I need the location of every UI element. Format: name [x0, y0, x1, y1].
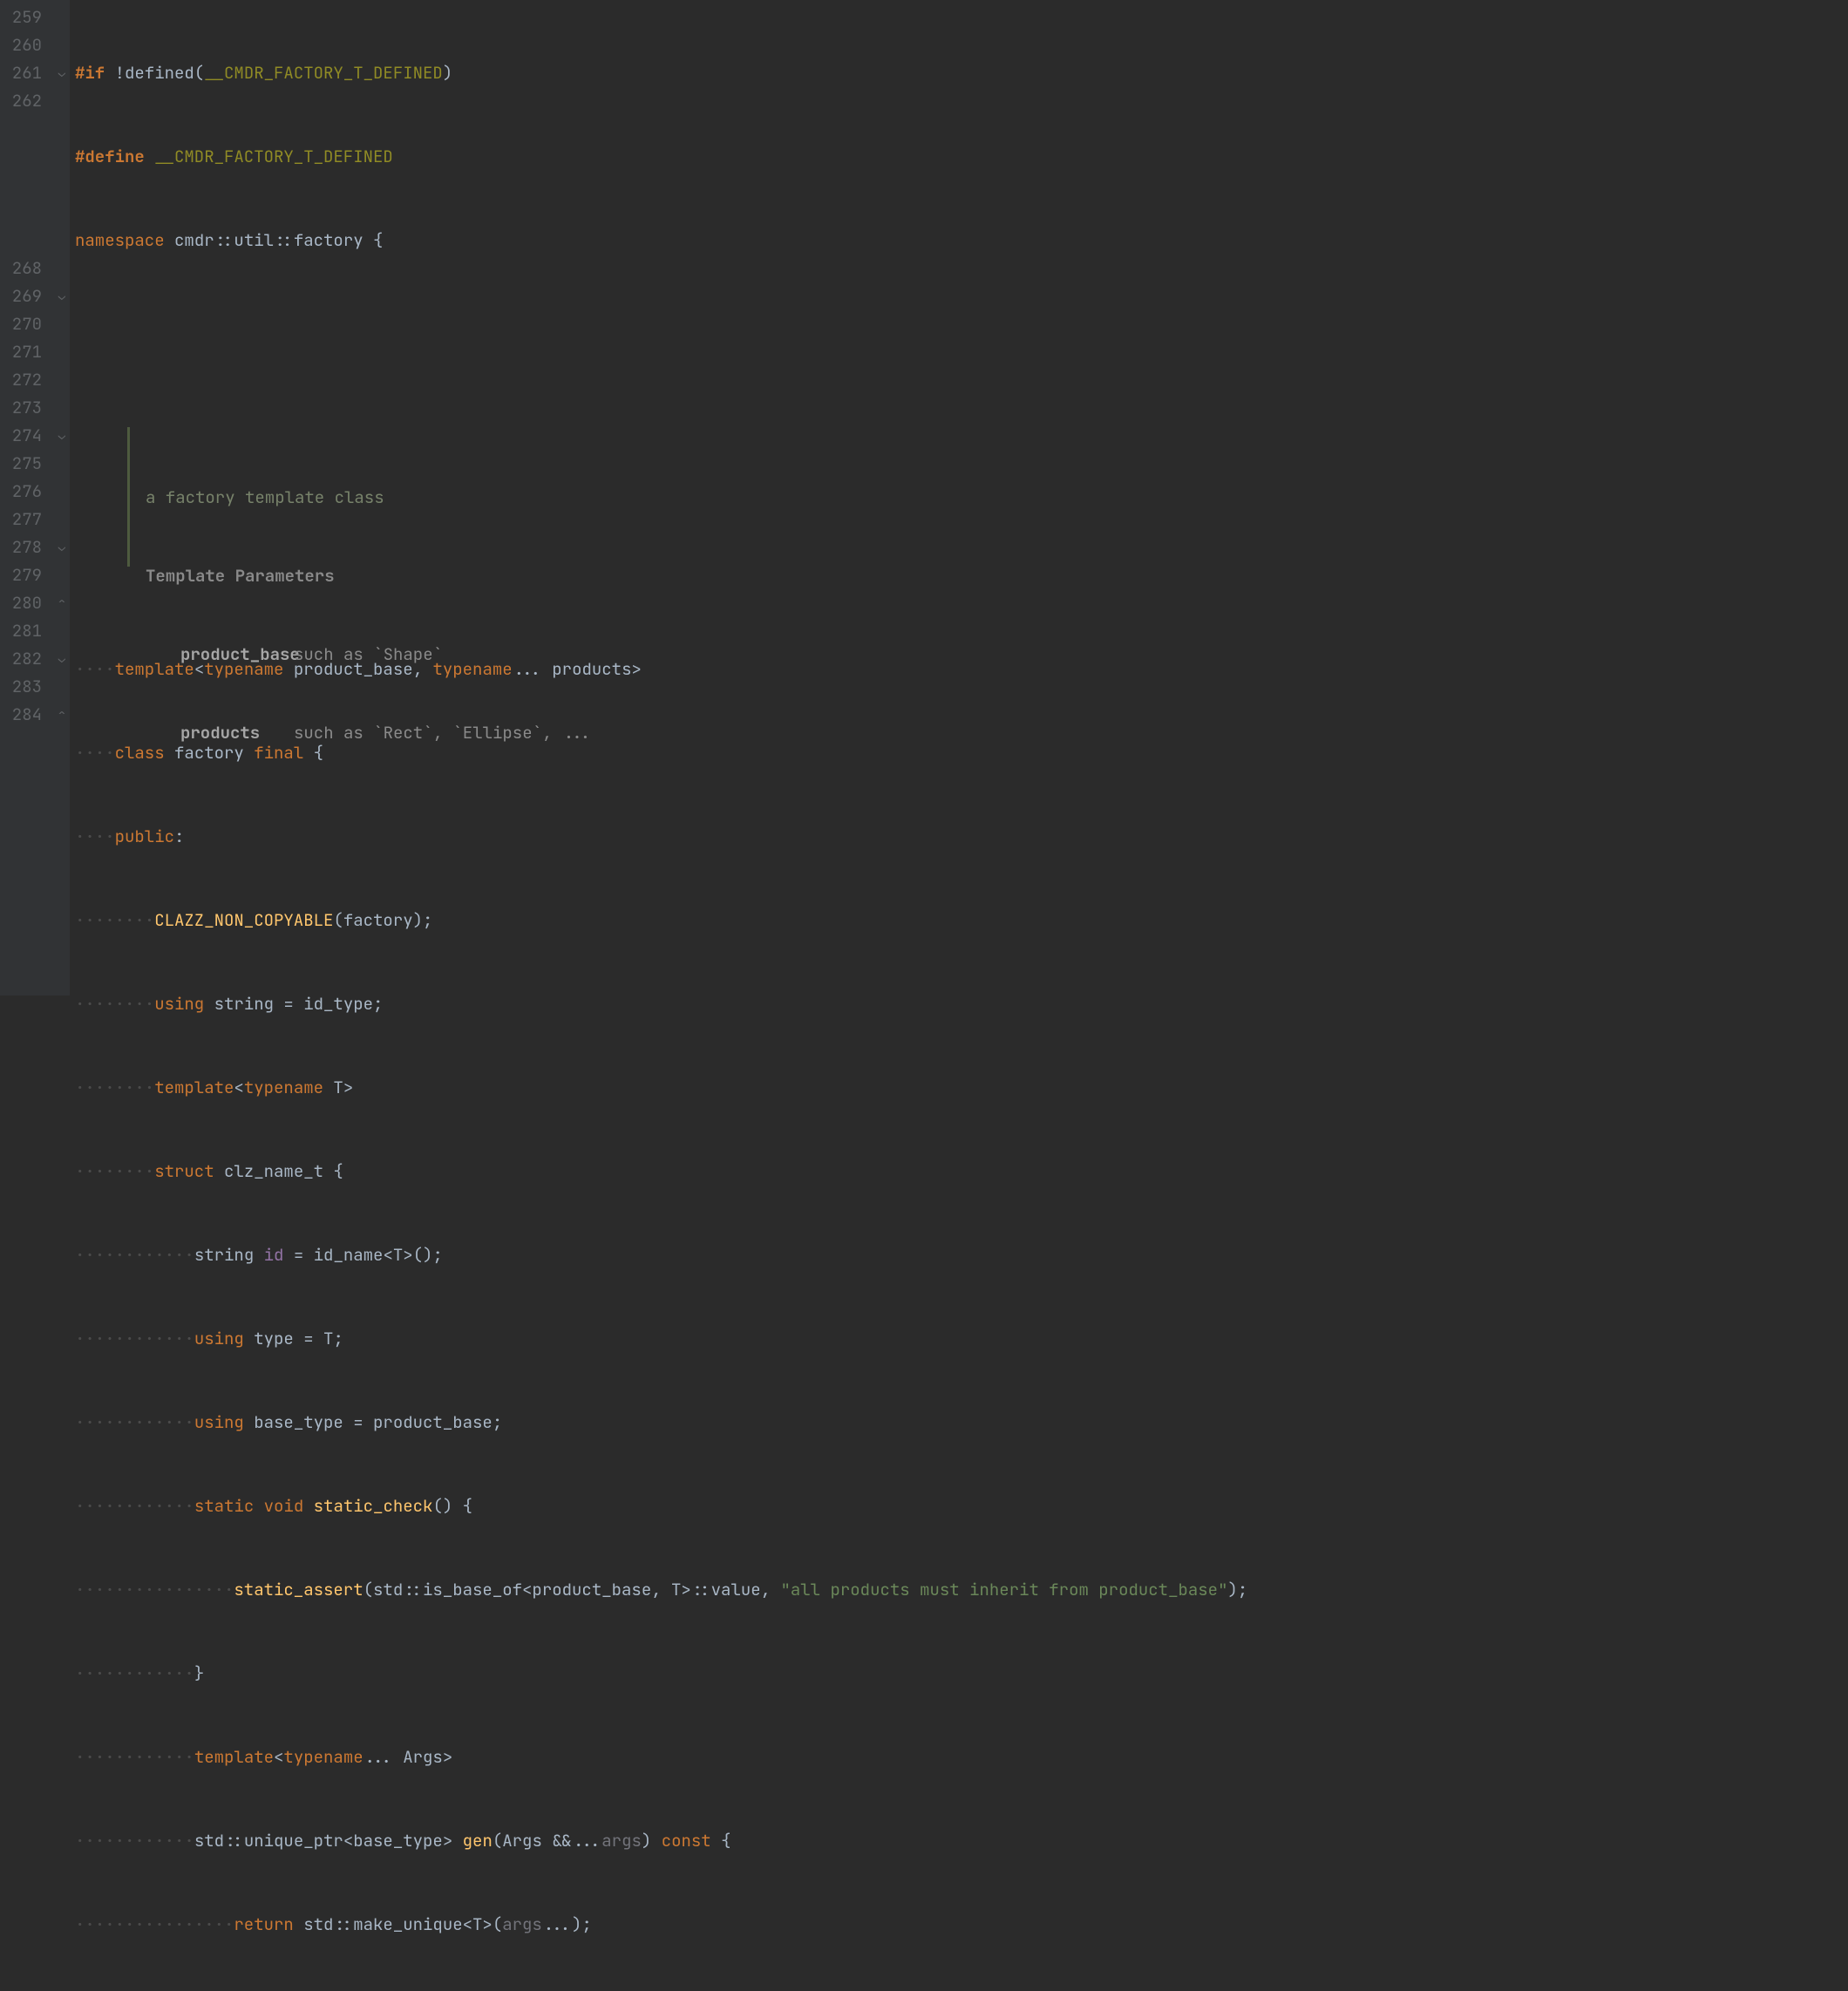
fold-marker[interactable]: [54, 171, 70, 199]
line-number: [7, 143, 42, 171]
fold-marker[interactable]: [54, 561, 70, 589]
code-line: ············static void static_check() {: [75, 1492, 1848, 1520]
line-number: 274: [7, 422, 42, 450]
doc-comment-block: a factory template class Template Parame…: [127, 427, 1848, 567]
line-number: 279: [7, 561, 42, 589]
code-line: ········struct clz_name_t {: [75, 1158, 1848, 1186]
code-line: ············std::unique_ptr<base_type> g…: [75, 1827, 1848, 1855]
fold-marker[interactable]: [54, 450, 70, 478]
doc-param-desc: such as `Rect`, `Ellipse`, ...: [294, 720, 592, 746]
code-line: ············string id = id_name<T>();: [75, 1241, 1848, 1269]
line-number: 262: [7, 87, 42, 115]
line-number: [7, 227, 42, 255]
code-line: ········template<typename T>: [75, 1074, 1848, 1102]
line-number: 282: [7, 645, 42, 673]
fold-marker[interactable]: [54, 3, 70, 31]
line-number-gutter: 259 260 261 262 268 269 270 271 272 273 …: [0, 0, 54, 996]
fold-marker[interactable]: ⌄: [54, 645, 70, 673]
line-number: 268: [7, 255, 42, 282]
fold-marker[interactable]: [54, 199, 70, 227]
fold-marker[interactable]: ⌄: [54, 422, 70, 450]
code-line: ················return std::make_unique<…: [75, 1911, 1848, 1939]
fold-marker[interactable]: [54, 394, 70, 422]
fold-marker[interactable]: [54, 617, 70, 645]
code-line: #define __CMDR_FACTORY_T_DEFINED: [75, 143, 1848, 171]
fold-marker[interactable]: [54, 115, 70, 143]
fold-marker[interactable]: ⌃: [54, 701, 70, 729]
code-line: namespace cmdr::util::factory {: [75, 227, 1848, 255]
line-number: 278: [7, 533, 42, 561]
fold-marker[interactable]: [54, 338, 70, 366]
code-line: ····public:: [75, 823, 1848, 851]
code-line: ················static_assert(std::is_ba…: [75, 1576, 1848, 1604]
line-number: 269: [7, 282, 42, 310]
code-line: ········using string = id_type;: [75, 990, 1848, 1018]
line-number: 283: [7, 673, 42, 701]
code-editor[interactable]: 259 260 261 262 268 269 270 271 272 273 …: [0, 0, 1848, 996]
code-line: ············}: [75, 1660, 1848, 1688]
fold-marker[interactable]: [54, 227, 70, 255]
line-number: [7, 199, 42, 227]
fold-marker[interactable]: [54, 31, 70, 59]
line-number: 276: [7, 478, 42, 506]
doc-summary: a factory template class: [146, 485, 1848, 511]
line-number: 259: [7, 3, 42, 31]
code-line: ············template<typename... Args>: [75, 1743, 1848, 1771]
code-area[interactable]: #if !defined(__CMDR_FACTORY_T_DEFINED) #…: [70, 0, 1848, 996]
doc-heading: Template Parameters: [146, 563, 1848, 589]
line-number: 270: [7, 310, 42, 338]
fold-marker[interactable]: [54, 366, 70, 394]
code-line: ············using type = T;: [75, 1325, 1848, 1353]
fold-marker[interactable]: [54, 478, 70, 506]
line-number: 284: [7, 701, 42, 729]
line-number: 273: [7, 394, 42, 422]
fold-marker[interactable]: ⌄: [54, 59, 70, 87]
fold-marker[interactable]: [54, 255, 70, 282]
line-number: 281: [7, 617, 42, 645]
fold-marker[interactable]: [54, 87, 70, 115]
code-line: ············using base_type = product_ba…: [75, 1409, 1848, 1437]
fold-marker[interactable]: [54, 143, 70, 171]
fold-marker[interactable]: ⌃: [54, 589, 70, 617]
line-number: 272: [7, 366, 42, 394]
line-number: 275: [7, 450, 42, 478]
fold-marker[interactable]: [54, 310, 70, 338]
code-line: ········CLAZZ_NON_COPYABLE(factory);: [75, 907, 1848, 934]
line-number: 261: [7, 59, 42, 87]
line-number: 277: [7, 506, 42, 533]
fold-marker[interactable]: ⌄: [54, 533, 70, 561]
line-number: 280: [7, 589, 42, 617]
fold-marker[interactable]: [54, 506, 70, 533]
fold-marker[interactable]: ⌄: [54, 282, 70, 310]
line-number: [7, 171, 42, 199]
line-number: 271: [7, 338, 42, 366]
code-line: ····template<typename product_base, type…: [75, 656, 1848, 683]
code-line: [75, 310, 1848, 338]
line-number: 260: [7, 31, 42, 59]
fold-marker[interactable]: [54, 673, 70, 701]
line-number: [7, 115, 42, 143]
fold-column: ⌄ ⌄ ⌄ ⌄ ⌃ ⌄ ⌃: [54, 0, 70, 996]
code-line: #if !defined(__CMDR_FACTORY_T_DEFINED): [75, 59, 1848, 87]
